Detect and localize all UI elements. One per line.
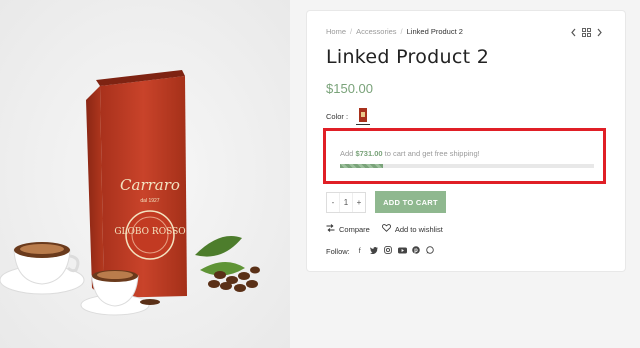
chevron-right-icon[interactable] <box>596 24 603 42</box>
quantity-stepper: - 1 + <box>326 192 366 213</box>
shipping-prefix: Add <box>340 149 354 158</box>
add-to-cart-button[interactable]: ADD TO CART <box>375 191 446 213</box>
breadcrumb-separator: / <box>400 27 403 36</box>
social-follow: Follow: f p <box>326 246 434 256</box>
color-selector: Color : <box>326 107 371 125</box>
compare-link[interactable]: Compare <box>326 224 370 234</box>
wishlist-label: Add to wishlist <box>394 224 443 234</box>
twitter-icon[interactable] <box>369 246 378 256</box>
instagram-icon[interactable] <box>383 246 392 256</box>
breadcrumb-current: Linked Product 2 <box>406 27 463 36</box>
follow-label: Follow: <box>326 246 350 256</box>
whatsapp-icon[interactable] <box>426 246 434 256</box>
product-navigation <box>570 24 603 42</box>
quantity-increase-button[interactable]: + <box>353 193 365 212</box>
quantity-input[interactable]: 1 <box>339 193 353 212</box>
breadcrumb-category[interactable]: Accessories <box>356 27 396 36</box>
svg-text:p: p <box>414 248 418 254</box>
free-shipping-notice: Add $731.00 to cart and get free shippin… <box>323 128 606 184</box>
shipping-suffix: to cart and get free shipping! <box>384 149 480 158</box>
compare-icon <box>326 224 335 234</box>
bag-brand: Carraro <box>120 176 180 194</box>
grid-icon[interactable] <box>582 24 591 42</box>
product-actions: Compare Add to wishlist <box>326 224 443 234</box>
product-title: Linked Product 2 <box>326 46 490 68</box>
shipping-progress-fill <box>340 164 384 168</box>
bag-name: GLOBO ROSSO <box>114 227 185 237</box>
product-photo: Carraro dal 1927 GLOBO ROSSO <box>0 0 290 348</box>
youtube-icon[interactable] <box>397 247 407 256</box>
shipping-amount: $731.00 <box>355 149 383 158</box>
chevron-left-icon[interactable] <box>570 24 577 42</box>
shipping-progress-bar <box>340 164 594 168</box>
compare-label: Compare <box>339 224 370 234</box>
wishlist-link[interactable]: Add to wishlist <box>381 224 443 234</box>
quantity-decrease-button[interactable]: - <box>327 193 339 212</box>
product-summary: Home / Accessories / Linked Product 2 Li… <box>306 10 626 272</box>
color-swatch[interactable] <box>356 107 371 125</box>
product-price: $150.00 <box>326 81 373 96</box>
pinterest-icon[interactable]: p <box>411 246 420 256</box>
color-label: Color : <box>326 111 349 121</box>
breadcrumb-home[interactable]: Home <box>326 27 346 36</box>
breadcrumb-separator: / <box>350 27 353 36</box>
facebook-icon[interactable]: f <box>356 248 364 255</box>
product-image[interactable]: Carraro dal 1927 GLOBO ROSSO <box>0 0 290 348</box>
heart-icon <box>381 224 391 234</box>
bag-since: dal 1927 <box>140 198 159 204</box>
free-shipping-text: Add $731.00 to cart and get free shippin… <box>340 149 480 158</box>
breadcrumb: Home / Accessories / Linked Product 2 <box>326 27 463 36</box>
